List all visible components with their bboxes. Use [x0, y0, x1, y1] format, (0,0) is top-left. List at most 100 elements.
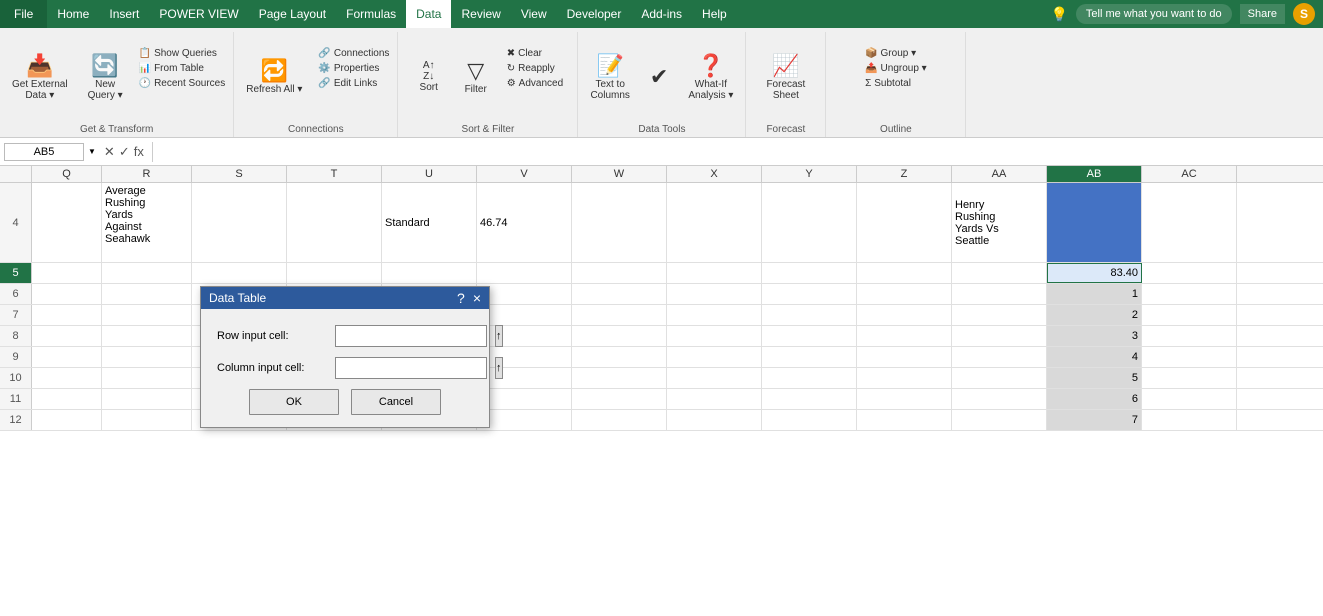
sort-az-icon: A↑Z↓: [423, 60, 435, 82]
reapply-icon: ↻: [507, 63, 515, 74]
dialog-body: Row input cell: ↑ Column input cell: ↑ O…: [201, 309, 489, 427]
dialog-close-button[interactable]: ×: [473, 291, 481, 305]
dialog-cancel-button[interactable]: Cancel: [351, 389, 441, 415]
refresh-all-icon: 🔁: [261, 58, 288, 84]
menu-powerview[interactable]: POWER VIEW: [149, 0, 248, 28]
ribbon-btn-properties[interactable]: ⚙️ Properties: [314, 62, 393, 75]
menu-formulas[interactable]: Formulas: [336, 0, 406, 28]
ribbon-btn-get-external-data[interactable]: 📥 Get ExternalData ▾: [4, 37, 76, 117]
data-table-dialog: Data Table ? × Row input cell: ↑ Column …: [200, 286, 490, 428]
clear-icon: ✖: [507, 48, 515, 59]
ribbon-btn-new-query[interactable]: 🔄 NewQuery ▾: [80, 37, 131, 117]
dialog-title-bar: Data Table ? ×: [201, 287, 489, 309]
formula-bar-icons: ✕ ✓ fx: [100, 144, 148, 160]
group-label: Group ▾: [881, 48, 917, 59]
ribbon-btn-forecast-sheet[interactable]: 📈 ForecastSheet: [758, 37, 813, 117]
advanced-icon: ⚙: [507, 78, 516, 89]
ribbon-btn-connections[interactable]: 🔗 Connections: [314, 47, 393, 60]
properties-icon: ⚙️: [318, 63, 330, 74]
ribbon-group-sort-filter: A↑Z↓ Sort ▽ Filter ✖ Clear ↻ Reapply ⚙ A…: [398, 32, 578, 137]
dialog-overlay: Data Table ? × Row input cell: ↑ Column …: [0, 166, 1323, 431]
ungroup-icon: 📤: [865, 63, 877, 74]
text-to-columns-icon: 📝: [596, 53, 623, 79]
menu-help[interactable]: Help: [692, 0, 737, 28]
formula-bar: ▼ ✕ ✓ fx: [0, 138, 1323, 166]
connections-small-btns: 🔗 Connections ⚙️ Properties 🔗 Edit Links: [314, 47, 393, 106]
ribbon-group-get-transform: 📥 Get ExternalData ▾ 🔄 NewQuery ▾ 📋 Show…: [0, 32, 234, 137]
ribbon-btn-what-if[interactable]: ❓ What-IfAnalysis ▾: [680, 37, 741, 117]
advanced-label: Advanced: [519, 78, 563, 89]
formula-input[interactable]: [157, 146, 1319, 158]
data-tools-label: Data Tools: [578, 124, 745, 135]
share-button[interactable]: Share: [1240, 4, 1285, 24]
dialog-title-icons: ? ×: [457, 291, 481, 305]
dropdown-arrow-icon[interactable]: ▼: [88, 147, 96, 156]
cancel-formula-icon[interactable]: ✕: [104, 144, 115, 160]
cell-reference-box[interactable]: [4, 143, 84, 161]
menu-bar: File Home Insert POWER VIEW Page Layout …: [0, 0, 1323, 28]
menu-home[interactable]: Home: [47, 0, 99, 28]
ribbon-btn-recent-sources[interactable]: 🕐 Recent Sources: [135, 77, 230, 90]
menu-right: 💡 Tell me what you want to do Share S: [1050, 3, 1323, 25]
dialog-row-range-button[interactable]: ↑: [495, 325, 503, 347]
dialog-col-range-button[interactable]: ↑: [495, 357, 503, 379]
show-queries-label: Show Queries: [154, 48, 217, 59]
menu-insert[interactable]: Insert: [99, 0, 149, 28]
ribbon-btn-group[interactable]: 📦 Group ▾: [861, 47, 931, 60]
text-to-columns-label: Text toColumns: [590, 79, 629, 101]
connections-label: Connections: [234, 124, 397, 135]
ribbon-group-connections: 🔁 Refresh All ▾ 🔗 Connections ⚙️ Propert…: [234, 32, 398, 137]
get-transform-label: Get & Transform: [0, 124, 233, 135]
enter-formula-icon[interactable]: ✓: [119, 144, 130, 160]
ungroup-label: Ungroup ▾: [881, 63, 927, 74]
dialog-row-input[interactable]: [335, 325, 487, 347]
dialog-buttons: OK Cancel: [217, 389, 473, 415]
ribbon-btn-clear[interactable]: ✖ Clear: [503, 47, 567, 60]
from-table-icon: 📊: [139, 63, 151, 74]
ribbon-btn-text-to-columns[interactable]: 📝 Text toColumns: [582, 37, 637, 117]
what-if-label: What-IfAnalysis ▾: [688, 79, 733, 101]
new-query-icon: 🔄: [91, 53, 118, 79]
ribbon-btn-sort[interactable]: A↑Z↓ Sort: [409, 37, 449, 117]
ribbon-btn-reapply[interactable]: ↻ Reapply: [503, 62, 567, 75]
forecast-sheet-label: ForecastSheet: [766, 79, 805, 101]
dialog-help-button[interactable]: ?: [457, 291, 465, 305]
menu-pagelayout[interactable]: Page Layout: [249, 0, 336, 28]
subtotal-icon: Σ: [865, 78, 871, 89]
get-transform-small-btns: 📋 Show Queries 📊 From Table 🕐 Recent Sou…: [135, 47, 230, 106]
dialog-ok-button[interactable]: OK: [249, 389, 339, 415]
get-external-data-icon: 📥: [26, 53, 53, 79]
menu-developer[interactable]: Developer: [557, 0, 632, 28]
tell-me-input[interactable]: Tell me what you want to do: [1076, 4, 1232, 24]
recent-sources-label: Recent Sources: [154, 78, 225, 89]
menu-view[interactable]: View: [511, 0, 557, 28]
edit-links-label: Edit Links: [334, 78, 377, 89]
menu-review[interactable]: Review: [451, 0, 510, 28]
ribbon-btn-edit-links[interactable]: 🔗 Edit Links: [314, 77, 393, 90]
ribbon-btn-show-queries[interactable]: 📋 Show Queries: [135, 47, 230, 60]
connections-icon: 🔗: [318, 48, 330, 59]
ribbon-btn-data-validation[interactable]: ✔: [642, 37, 676, 117]
clear-label: Clear: [518, 48, 542, 59]
group-icon: 📦: [865, 48, 877, 59]
dialog-col-input[interactable]: [335, 357, 487, 379]
ribbon-btn-filter[interactable]: ▽ Filter: [451, 37, 501, 117]
insert-function-icon[interactable]: fx: [134, 144, 144, 159]
ribbon-btn-subtotal[interactable]: Σ Subtotal: [861, 77, 931, 90]
user-avatar: S: [1293, 3, 1315, 25]
ribbon-btn-advanced[interactable]: ⚙ Advanced: [503, 77, 567, 90]
ribbon-btn-from-table[interactable]: 📊 From Table: [135, 62, 230, 75]
ribbon-btn-refresh-all[interactable]: 🔁 Refresh All ▾: [238, 37, 310, 117]
forecast-sheet-icon: 📈: [772, 53, 799, 79]
connections-label: Connections: [334, 48, 390, 59]
data-validation-icon: ✔: [650, 64, 668, 90]
show-queries-icon: 📋: [139, 48, 151, 59]
forecast-label: Forecast: [746, 124, 825, 135]
dialog-col-input-label: Column input cell:: [217, 362, 327, 374]
sort-filter-small-btns: ✖ Clear ↻ Reapply ⚙ Advanced: [503, 47, 567, 106]
ribbon-btn-ungroup[interactable]: 📤 Ungroup ▾: [861, 62, 931, 75]
menu-file[interactable]: File: [0, 0, 47, 28]
menu-data[interactable]: Data: [406, 0, 451, 28]
menu-addins[interactable]: Add-ins: [631, 0, 692, 28]
from-table-label: From Table: [154, 63, 204, 74]
